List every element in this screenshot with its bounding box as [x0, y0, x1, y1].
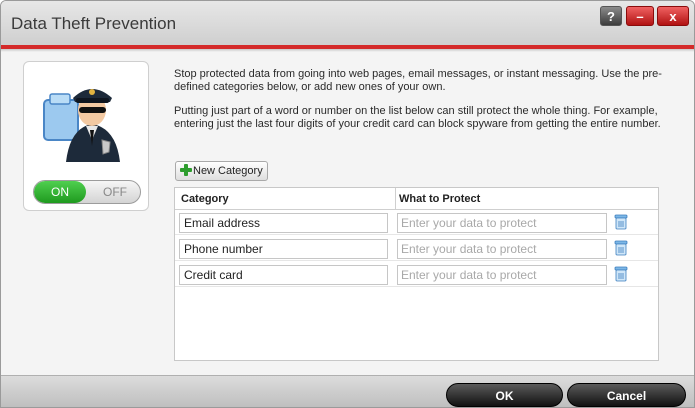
- toggle-on-label[interactable]: ON: [34, 181, 86, 203]
- trash-icon[interactable]: [614, 214, 628, 230]
- description-detail: Putting just part of a word or number on…: [174, 105, 661, 130]
- column-header-category: Category: [181, 193, 229, 205]
- plus-icon: [180, 164, 192, 176]
- security-guard-icon: [43, 89, 120, 162]
- new-category-button[interactable]: New Category: [175, 161, 268, 181]
- table-row: Credit card Enter your data to protect: [175, 262, 658, 287]
- category-field[interactable]: Credit card: [179, 265, 388, 285]
- category-field[interactable]: Phone number: [179, 239, 388, 259]
- title-bar: Data Theft Prevention ? – x: [1, 1, 694, 45]
- status-panel: ON OFF: [23, 61, 149, 211]
- close-button[interactable]: x: [657, 6, 689, 26]
- title-rule-shadow: [1, 49, 694, 52]
- table-row: Phone number Enter your data to protect: [175, 236, 658, 261]
- cancel-button[interactable]: Cancel: [567, 383, 686, 407]
- column-header-what-to-protect: What to Protect: [399, 193, 481, 205]
- help-button[interactable]: ?: [600, 6, 622, 26]
- minimize-button[interactable]: –: [626, 6, 654, 26]
- window-title: Data Theft Prevention: [11, 14, 177, 33]
- description-intro: Stop protected data from going into web …: [174, 68, 662, 93]
- protect-data-field[interactable]: Enter your data to protect: [397, 239, 607, 259]
- protect-data-field[interactable]: Enter your data to protect: [397, 265, 607, 285]
- trash-icon[interactable]: [614, 266, 628, 282]
- protection-toggle[interactable]: ON OFF: [33, 180, 141, 204]
- ok-button[interactable]: OK: [446, 383, 563, 407]
- trash-icon[interactable]: [614, 240, 628, 256]
- new-category-label: New Category: [193, 165, 263, 177]
- table-row: Email address Enter your data to protect: [175, 210, 658, 235]
- toggle-off-label[interactable]: OFF: [90, 181, 140, 203]
- protected-data-table: Category What to Protect Email address E…: [174, 187, 659, 361]
- category-field[interactable]: Email address: [179, 213, 388, 233]
- column-divider: [395, 188, 396, 210]
- dialog-window: Data Theft Prevention ? – x ON OFF Stop …: [0, 0, 695, 408]
- protect-data-field[interactable]: Enter your data to protect: [397, 213, 607, 233]
